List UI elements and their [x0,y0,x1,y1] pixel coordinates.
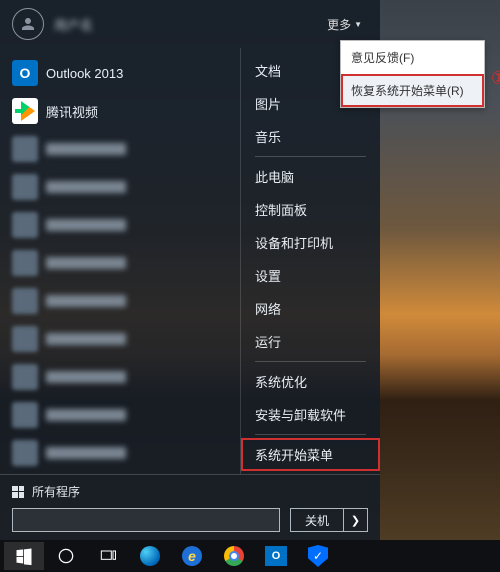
more-label: 更多 [327,16,351,33]
taskbar-security-button[interactable]: ✓ [298,542,338,570]
shutdown-button[interactable]: 关机 [291,509,343,531]
app-item-blurred[interactable] [12,130,240,168]
app-item-blurred[interactable] [12,396,240,434]
circle-icon [56,546,76,566]
start-menu-body: O Outlook 2013 腾讯视频 文档图片音乐此电脑控制面板设备和打印机设… [0,48,380,474]
outlook-icon: O [265,546,287,566]
taskbar-ie-button[interactable]: e [172,542,212,570]
app-list: O Outlook 2013 腾讯视频 [0,48,240,474]
category-item[interactable]: 系统开始菜单② [241,438,380,471]
taskview-icon [98,546,118,566]
app-label: Outlook 2013 [46,66,123,81]
ie-icon: e [182,546,202,566]
windows-icon [14,546,34,566]
divider [255,361,366,362]
category-item[interactable]: 控制面板 [241,193,380,226]
category-item[interactable]: 运行 [241,325,380,358]
category-item[interactable]: 设置 [241,259,380,292]
all-programs-button[interactable]: 所有程序 [12,483,368,500]
more-button[interactable]: 更多 ▼ [321,12,368,37]
category-item[interactable]: 设备和打印机 [241,226,380,259]
app-item-blurred[interactable] [12,320,240,358]
start-menu: 用户名 更多 ▼ 意见反馈(F) 恢复系统开始菜单(R) ① O Outlook… [0,0,380,540]
shield-icon: ✓ [308,545,328,567]
app-item-blurred[interactable] [12,244,240,282]
taskbar-task-view-button[interactable] [88,542,128,570]
app-item-blurred[interactable] [12,358,240,396]
taskbar-start-button[interactable] [4,542,44,570]
app-item-blurred[interactable] [12,282,240,320]
shutdown-split-button: 关机 ❯ [290,508,368,532]
user-icon [19,15,37,33]
category-item[interactable]: 音乐 [241,120,380,153]
dropdown-item-restore-start-menu[interactable]: 恢复系统开始菜单(R) [341,74,484,107]
app-label: 腾讯视频 [46,102,98,121]
footer-row: 关机 ❯ [12,508,368,532]
grid-icon [12,486,24,498]
category-item[interactable]: 此电脑 [241,160,380,193]
search-input[interactable] [12,508,280,532]
category-item[interactable]: 网络 [241,292,380,325]
divider [255,156,366,157]
app-item-blurred[interactable] [12,434,240,472]
taskbar-outlook-button[interactable]: O [256,542,296,570]
chevron-down-icon: ▼ [354,20,362,29]
user-avatar[interactable] [12,8,44,40]
chrome-icon [224,546,244,566]
edge-icon [140,546,160,566]
taskbar: e O ✓ [0,540,500,572]
taskbar-chrome-button[interactable] [214,542,254,570]
category-list: 文档图片音乐此电脑控制面板设备和打印机设置网络运行系统优化安装与卸载软件系统开始… [240,48,380,474]
taskbar-cortana-button[interactable] [46,542,86,570]
username-label: 用户名 [54,15,93,34]
category-item[interactable]: 安装与卸载软件 [241,398,380,431]
start-menu-header: 用户名 更多 ▼ 意见反馈(F) 恢复系统开始菜单(R) ① [0,0,380,48]
app-item-blurred[interactable] [12,206,240,244]
divider [255,434,366,435]
annotation-1: ① [491,68,500,89]
category-item[interactable]: 意见反馈 [241,471,380,474]
start-menu-footer: 所有程序 关机 ❯ [0,474,380,540]
taskbar-edge-button[interactable] [130,542,170,570]
app-item-blurred[interactable] [12,168,240,206]
dropdown-item-feedback[interactable]: 意见反馈(F) [341,41,484,74]
app-item-outlook[interactable]: O Outlook 2013 [12,54,240,92]
more-dropdown: 意见反馈(F) 恢复系统开始菜单(R) [340,40,485,108]
all-programs-label: 所有程序 [32,483,80,500]
outlook-icon: O [12,60,38,86]
tencent-video-icon [12,98,38,124]
category-item[interactable]: 系统优化 [241,365,380,398]
app-item-tencent-video[interactable]: 腾讯视频 [12,92,240,130]
shutdown-options-button[interactable]: ❯ [343,509,367,531]
